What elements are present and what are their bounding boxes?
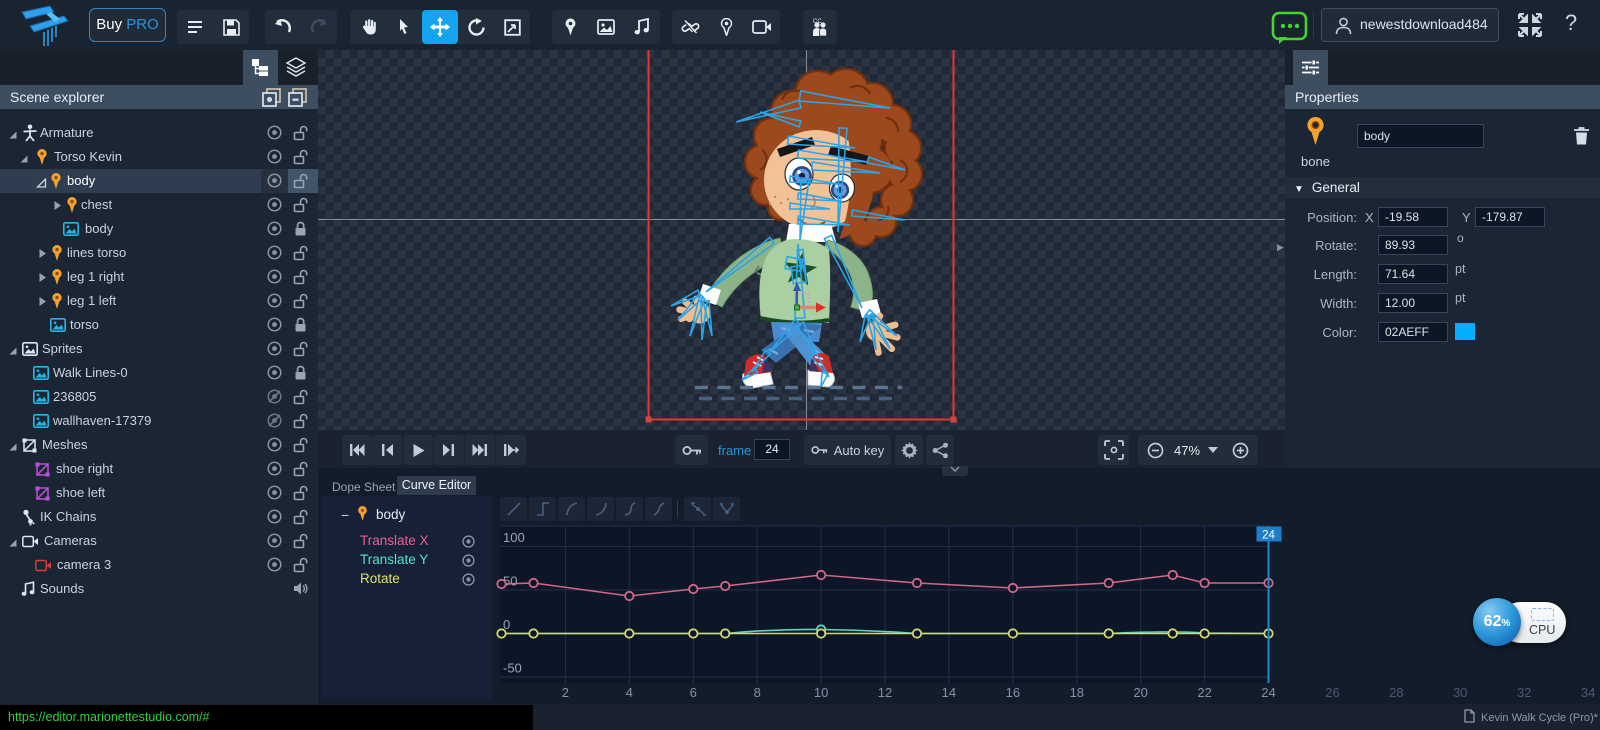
- svg-text:34: 34: [1581, 685, 1595, 700]
- svg-text:12: 12: [878, 685, 892, 700]
- svg-text:20: 20: [1133, 685, 1147, 700]
- svg-text:8: 8: [754, 685, 761, 700]
- svg-text:18: 18: [1070, 685, 1084, 700]
- svg-text:24: 24: [1262, 530, 1275, 542]
- svg-text:14: 14: [942, 685, 956, 700]
- svg-text:100: 100: [503, 530, 525, 545]
- svg-text:26: 26: [1325, 685, 1339, 700]
- svg-text:30: 30: [1453, 685, 1467, 700]
- svg-text:6: 6: [690, 685, 697, 700]
- svg-text:16: 16: [1006, 685, 1020, 700]
- svg-text:28: 28: [1389, 685, 1403, 700]
- svg-text:2: 2: [562, 685, 569, 700]
- svg-text:10: 10: [814, 685, 828, 700]
- svg-text:4: 4: [626, 685, 633, 700]
- svg-text:32: 32: [1517, 685, 1531, 700]
- svg-text:22: 22: [1197, 685, 1211, 700]
- svg-text:24: 24: [1261, 685, 1275, 700]
- svg-text:-50: -50: [503, 661, 522, 676]
